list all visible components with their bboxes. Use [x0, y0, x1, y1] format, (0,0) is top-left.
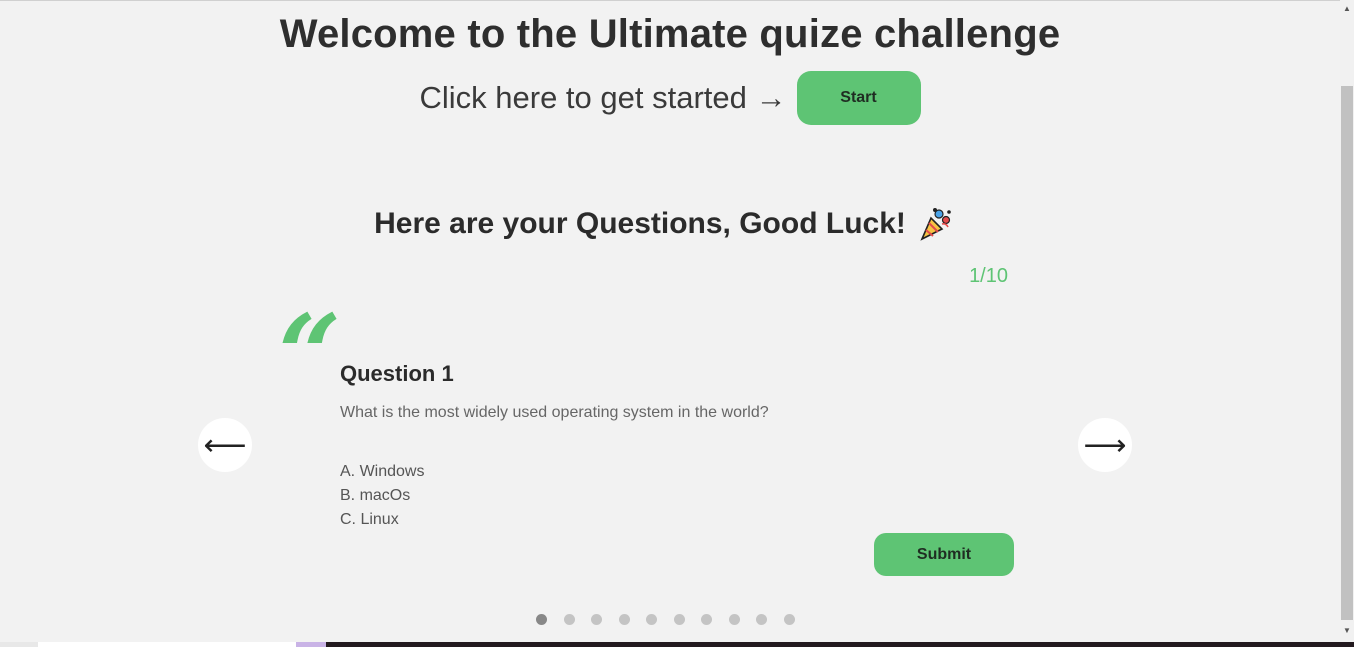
previous-arrow-button[interactable]: ⟵ [198, 418, 252, 472]
vertical-scrollbar[interactable]: ▲ ▼ [1340, 0, 1354, 642]
question-counter: 1/10 [969, 265, 1008, 287]
taskbar-segment [326, 642, 1354, 647]
option-item[interactable]: B. macOs [340, 484, 424, 508]
pagination-dot[interactable] [673, 614, 685, 625]
pagination-dot[interactable] [646, 614, 657, 625]
questions-heading-text: Here are your Questions, Good Luck! [374, 207, 906, 240]
pagination-dot[interactable] [563, 614, 575, 625]
question-text: What is the most widely used operating s… [340, 404, 769, 421]
pagination-dot[interactable] [728, 614, 740, 625]
taskbar-segment [0, 642, 38, 647]
pagination-dot[interactable] [618, 614, 630, 625]
questions-heading: Here are your Questions, Good Luck! [0, 206, 1328, 242]
option-item[interactable]: C. Linux [340, 508, 424, 532]
pagination-dot[interactable] [591, 614, 602, 625]
taskbar-segment [38, 642, 296, 647]
question-title: Question 1 [340, 361, 454, 386]
quiz-page: Welcome to the Ultimate quize challenge … [0, 0, 1340, 642]
scroll-up-icon[interactable]: ▲ [1340, 2, 1354, 16]
next-arrow-button[interactable]: ⟶ [1078, 418, 1132, 472]
pagination-dots [536, 614, 795, 625]
pagination-dot[interactable] [783, 614, 795, 625]
scroll-down-icon[interactable]: ▼ [1340, 624, 1354, 638]
taskbar-app-icon[interactable] [296, 642, 326, 647]
quote-mark-icon: “ [278, 290, 342, 419]
option-item[interactable]: A. Windows [340, 460, 424, 484]
submit-button[interactable]: Submit [874, 533, 1014, 576]
pagination-dot[interactable] [536, 614, 547, 625]
cta-text: Click here to get started → [419, 80, 787, 115]
start-button[interactable]: Start [796, 71, 921, 125]
taskbar [0, 642, 1354, 647]
party-popper-icon [918, 206, 954, 242]
cta-row: Click here to get started → Start [0, 71, 1340, 125]
pagination-dot[interactable] [701, 614, 712, 625]
answer-options: A. Windows B. macOs C. Linux [340, 460, 424, 532]
pagination-dot[interactable] [756, 614, 767, 625]
scrollbar-thumb[interactable] [1341, 86, 1353, 620]
page-title: Welcome to the Ultimate quize challenge [279, 12, 1061, 56]
